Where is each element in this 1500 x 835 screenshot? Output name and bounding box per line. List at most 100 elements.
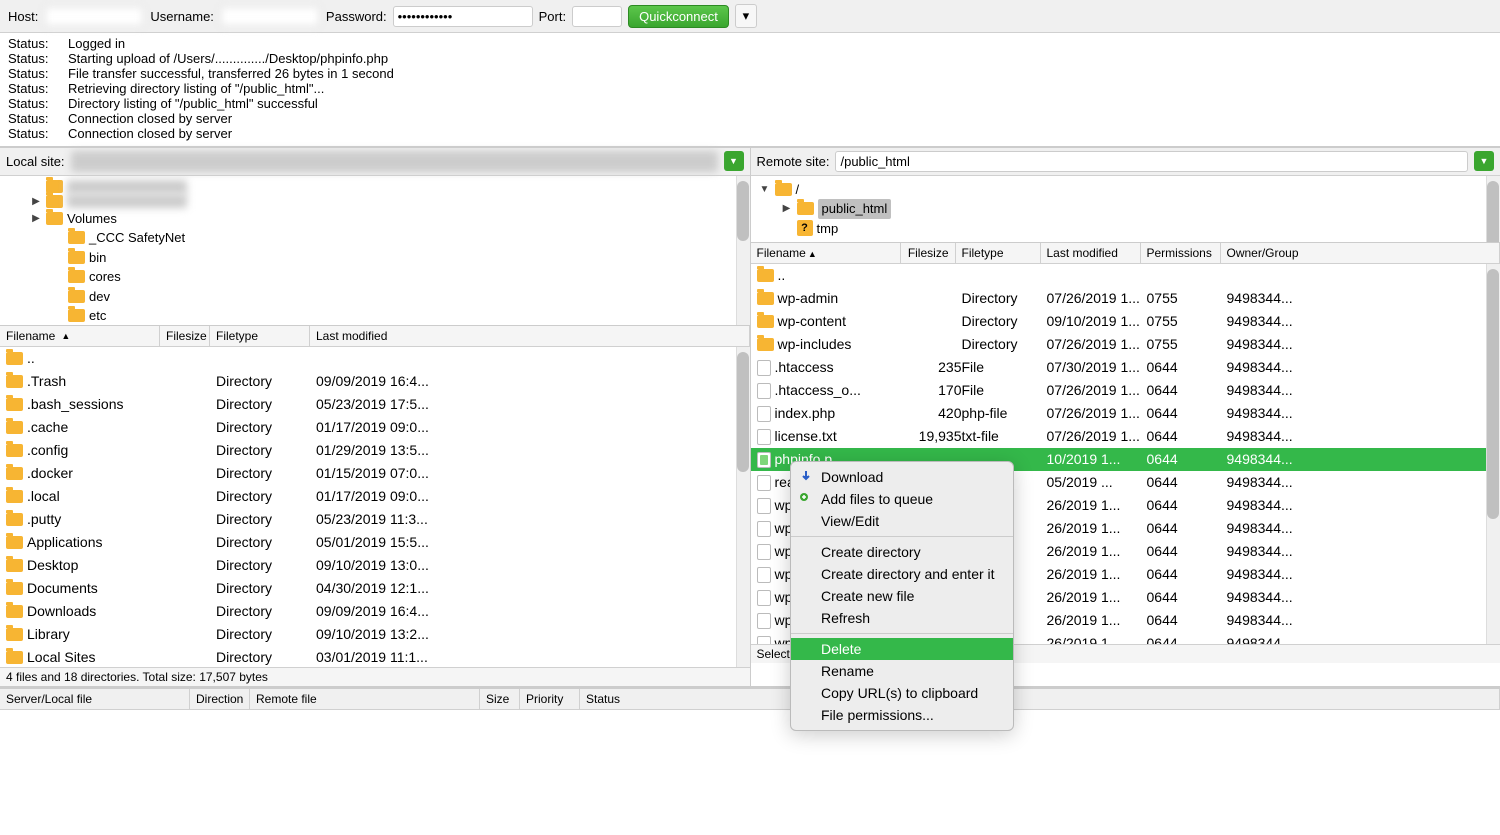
file-row[interactable]: wp-adminDirectory07/26/2019 1...07559498… [751,287,1500,310]
chevron-down-icon: ▼ [729,156,738,166]
context-menu-item[interactable]: Download [791,466,1013,488]
file-row[interactable]: wp-includesDirectory07/26/2019 1...07559… [751,333,1500,356]
file-icon [757,567,771,583]
file-icon [757,544,771,560]
file-row[interactable]: .htaccess235File07/30/2019 1...064494983… [751,356,1500,379]
password-label: Password: [326,9,387,24]
log-row: Status:Directory listing of "/public_htm… [8,97,1492,112]
remote-file-list-header[interactable]: Filename▲ Filesize Filetype Last modifie… [751,243,1500,264]
connection-toolbar: Host: Username: Password: Port: Quickcon… [0,0,1500,33]
local-site-input[interactable] [71,151,718,172]
queue-header[interactable]: Server/Local file Direction Remote file … [0,687,1500,710]
tree-item[interactable]: bin [8,248,742,268]
context-menu-item[interactable]: Add files to queue [791,488,1013,510]
tree-item[interactable] [8,180,742,194]
remote-site-label: Remote site: [757,154,830,169]
file-row[interactable]: ApplicationsDirectory05/01/2019 15:5... [0,531,750,554]
port-label: Port: [539,9,566,24]
folder-icon [6,490,23,503]
log-row: Status:Starting upload of /Users/.......… [8,52,1492,67]
context-menu-item[interactable]: Refresh [791,607,1013,629]
context-menu-item[interactable]: Create new file [791,585,1013,607]
username-input[interactable] [220,6,320,27]
tree-item[interactable]: cores [8,267,742,287]
file-row[interactable]: LibraryDirectory09/10/2019 13:2... [0,623,750,646]
folder-icon [68,290,85,303]
tree-item[interactable]: ▶ public_html [759,199,1493,219]
tree-item[interactable]: dev [8,287,742,307]
folder-icon [46,195,63,208]
file-row[interactable]: index.php420php-file07/26/2019 1...06449… [751,402,1500,425]
folder-icon [6,467,23,480]
tree-item[interactable]: etc [8,306,742,326]
disclosure-triangle-icon[interactable]: ▼ [759,182,771,197]
file-row[interactable]: .cacheDirectory01/17/2019 09:0... [0,416,750,439]
folder-icon [68,270,85,283]
tree-item[interactable]: ▼ / [759,180,1493,200]
folder-icon [6,513,23,526]
context-menu-item[interactable]: File permissions... [791,704,1013,726]
host-input[interactable] [44,6,144,27]
file-row[interactable]: .bash_sessionsDirectory05/23/2019 17:5..… [0,393,750,416]
add-queue-icon [799,492,813,506]
file-icon [757,475,771,491]
folder-icon [757,338,774,351]
disclosure-triangle-icon[interactable]: ▶ [781,201,793,216]
port-input[interactable] [572,6,622,27]
tree-item[interactable]: ▶ [8,194,742,209]
quickconnect-button[interactable]: Quickconnect [628,5,729,28]
remote-site-dropdown[interactable]: ▼ [1474,151,1494,171]
disclosure-triangle-icon[interactable]: ▶ [30,211,42,226]
context-menu-item[interactable]: Create directory and enter it [791,563,1013,585]
context-menu-item[interactable]: View/Edit [791,510,1013,532]
folder-icon [6,605,23,618]
password-input[interactable] [393,6,533,27]
local-tree-scrollbar[interactable] [736,176,750,325]
file-icon [757,498,771,514]
local-tree[interactable]: ▶ ▶ Volumes _CCC SafetyNet bin cores dev… [0,176,750,326]
local-file-list-header[interactable]: Filename▲ Filesize Filetype Last modifie… [0,326,750,347]
folder-icon [6,421,23,434]
file-row[interactable]: DocumentsDirectory04/30/2019 12:1... [0,577,750,600]
folder-icon [46,212,63,225]
file-icon [757,613,771,629]
file-row[interactable]: DownloadsDirectory09/09/2019 16:4... [0,600,750,623]
file-row[interactable]: .puttyDirectory05/23/2019 11:3... [0,508,750,531]
file-icon [757,429,771,445]
file-row[interactable]: license.txt19,935txt-file07/26/2019 1...… [751,425,1500,448]
local-list-scrollbar[interactable] [736,347,750,667]
remote-tree[interactable]: ▼ /▶ public_html? tmp [751,176,1500,244]
file-row[interactable]: .TrashDirectory09/09/2019 16:4... [0,370,750,393]
remote-list-scrollbar[interactable] [1486,264,1500,644]
file-row[interactable]: .configDirectory01/29/2019 13:5... [0,439,750,462]
queue-body[interactable] [0,710,1500,790]
log-row: Status:Connection closed by server [8,127,1492,142]
context-menu-item[interactable]: Copy URL(s) to clipboard [791,682,1013,704]
local-site-dropdown[interactable]: ▼ [724,151,744,171]
file-row[interactable]: .localDirectory01/17/2019 09:0... [0,485,750,508]
file-row[interactable]: Local SitesDirectory03/01/2019 11:1... [0,646,750,667]
folder-icon [797,202,814,215]
chevron-down-icon: ▾ [743,8,750,24]
local-pane: Local site: ▼ ▶ ▶ Volumes _CCC SafetyNet… [0,148,751,686]
file-row[interactable]: DesktopDirectory09/10/2019 13:0... [0,554,750,577]
disclosure-triangle-icon[interactable]: ▶ [30,194,42,209]
tree-item[interactable]: ? tmp [759,219,1493,239]
download-icon [799,470,813,484]
local-site-label: Local site: [6,154,65,169]
remote-site-input[interactable] [835,151,1468,172]
file-row[interactable]: .. [751,264,1500,287]
context-menu-item[interactable]: Create directory [791,541,1013,563]
file-row[interactable]: wp-contentDirectory09/10/2019 1...075594… [751,310,1500,333]
quickconnect-history-dropdown[interactable]: ▾ [735,4,757,28]
tree-item[interactable]: _CCC SafetyNet [8,228,742,248]
file-row[interactable]: .htaccess_o...170File07/26/2019 1...0644… [751,379,1500,402]
context-menu-item[interactable]: Rename [791,660,1013,682]
context-menu-item[interactable]: Delete [791,638,1013,660]
file-row[interactable]: .. [0,347,750,370]
remote-tree-scrollbar[interactable] [1486,176,1500,243]
file-icon [757,406,771,422]
file-icon [757,452,771,468]
file-row[interactable]: .dockerDirectory01/15/2019 07:0... [0,462,750,485]
tree-item[interactable]: ▶ Volumes [8,209,742,229]
